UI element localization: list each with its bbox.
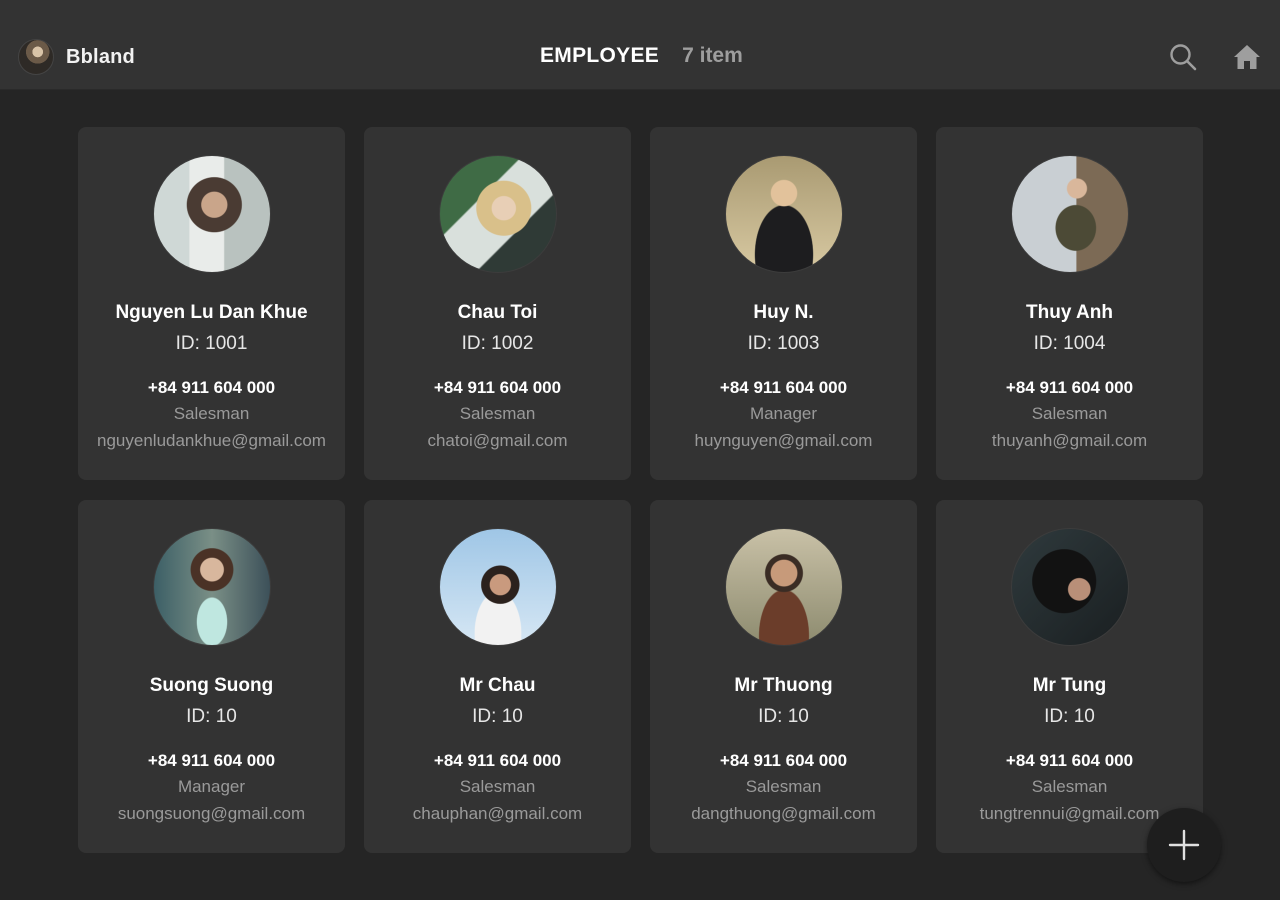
employee-role: Salesman — [459, 777, 536, 796]
employee-card[interactable]: Huy N. ID: 1003 +84 911 604 000 Manager … — [650, 127, 917, 480]
search-button[interactable] — [1166, 40, 1200, 74]
employee-photo — [725, 155, 843, 273]
employee-email: suongsuong@gmail.com — [117, 804, 306, 823]
page-title-group: EMPLOYEE 7 item — [540, 44, 743, 68]
employee-role: Manager — [177, 777, 246, 796]
employee-card[interactable]: Suong Suong ID: 10 +84 911 604 000 Manag… — [78, 500, 345, 853]
employee-photo — [725, 528, 843, 646]
employee-id: ID: 1003 — [747, 333, 820, 354]
brand[interactable]: Bbland — [18, 38, 135, 76]
employee-id: ID: 10 — [758, 706, 809, 727]
employee-name: Huy N. — [753, 302, 814, 323]
employee-role: Salesman — [745, 777, 822, 796]
employee-id: ID: 10 — [186, 706, 237, 727]
add-employee-button[interactable] — [1147, 808, 1221, 882]
employee-id: ID: 10 — [472, 706, 523, 727]
brand-name: Bbland — [66, 45, 135, 68]
employee-name: Suong Suong — [149, 675, 274, 696]
employee-photo — [439, 528, 557, 646]
employee-role: Salesman — [459, 404, 536, 423]
employee-id: ID: 10 — [1044, 706, 1095, 727]
employee-name: Nguyen Lu Dan Khue — [115, 302, 308, 323]
item-count: 7 item — [682, 44, 743, 67]
employee-role: Salesman — [1031, 777, 1108, 796]
employee-photo — [439, 155, 557, 273]
employee-role: Salesman — [173, 404, 250, 423]
employee-card[interactable]: Mr Chau ID: 10 +84 911 604 000 Salesman … — [364, 500, 631, 853]
employee-email: chauphan@gmail.com — [412, 804, 583, 823]
employee-email: nguyenludankhue@gmail.com — [97, 431, 326, 450]
employee-id: ID: 1002 — [461, 333, 534, 354]
employee-phone: +84 911 604 000 — [147, 378, 276, 397]
employee-card[interactable]: Chau Toi ID: 1002 +84 911 604 000 Salesm… — [364, 127, 631, 480]
home-icon — [1234, 45, 1260, 69]
employee-photo — [1011, 155, 1129, 273]
employee-role: Manager — [749, 404, 818, 423]
employee-card[interactable]: Nguyen Lu Dan Khue ID: 1001 +84 911 604 … — [78, 127, 345, 480]
employee-card[interactable]: Mr Tung ID: 10 +84 911 604 000 Salesman … — [936, 500, 1203, 853]
employee-phone: +84 911 604 000 — [719, 378, 848, 397]
employee-name: Mr Thuong — [734, 675, 833, 696]
employee-name: Thuy Anh — [1026, 302, 1113, 323]
employee-id: ID: 1001 — [175, 333, 248, 354]
employee-name: Mr Chau — [459, 675, 536, 696]
employee-phone: +84 911 604 000 — [433, 751, 562, 770]
plus-icon — [1168, 829, 1200, 861]
app-bar: Bbland EMPLOYEE 7 item — [0, 0, 1280, 90]
home-button[interactable] — [1230, 40, 1264, 74]
employee-photo — [153, 528, 271, 646]
employee-card[interactable]: Thuy Anh ID: 1004 +84 911 604 000 Salesm… — [936, 127, 1203, 480]
page-title: EMPLOYEE — [540, 44, 660, 67]
employee-phone: +84 911 604 000 — [433, 378, 562, 397]
employee-email: chatoi@gmail.com — [427, 431, 568, 450]
brand-avatar[interactable] — [18, 39, 54, 75]
employee-name: Chau Toi — [457, 302, 538, 323]
employee-email: dangthuong@gmail.com — [691, 804, 876, 823]
employee-id: ID: 1004 — [1033, 333, 1106, 354]
employee-phone: +84 911 604 000 — [1005, 378, 1134, 397]
employee-phone: +84 911 604 000 — [147, 751, 276, 770]
search-icon — [1170, 44, 1197, 71]
employee-photo — [1011, 528, 1129, 646]
employee-phone: +84 911 604 000 — [719, 751, 848, 770]
employee-email: huynguyen@gmail.com — [694, 431, 873, 450]
employee-photo — [153, 155, 271, 273]
employee-role: Salesman — [1031, 404, 1108, 423]
employee-card[interactable]: Mr Thuong ID: 10 +84 911 604 000 Salesma… — [650, 500, 917, 853]
employee-name: Mr Tung — [1032, 675, 1107, 696]
employee-email: thuyanh@gmail.com — [991, 431, 1148, 450]
employee-phone: +84 911 604 000 — [1005, 751, 1134, 770]
